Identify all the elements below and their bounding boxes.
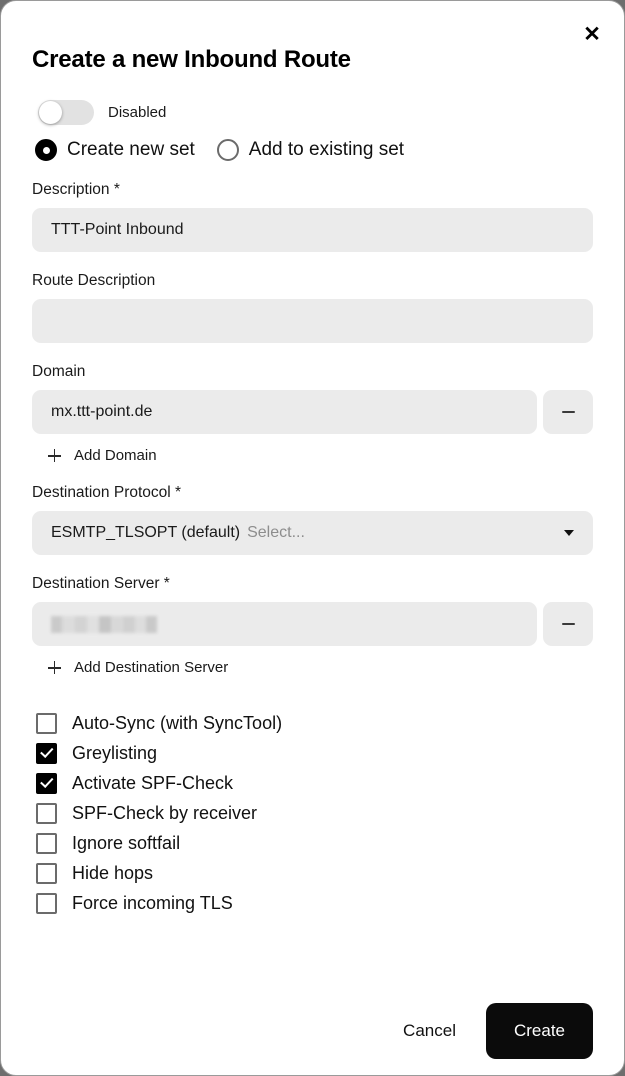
radio-add-to-existing-set[interactable]: Add to existing set	[216, 139, 405, 161]
enable-toggle-label: Disabled	[108, 104, 167, 121]
create-inbound-route-dialog: ✕ Create a new Inbound Route Disabled Cr…	[0, 0, 625, 1076]
enable-toggle-row: Disabled	[32, 100, 593, 125]
destination-server-field-group: Destination Server * Add Destination Ser…	[32, 575, 593, 676]
checkbox-ignore-softfail[interactable]: Ignore softfail	[36, 828, 593, 858]
enable-toggle[interactable]	[38, 100, 94, 125]
description-field-group: Description * TTT-Point Inbound	[32, 181, 593, 252]
destination-protocol-placeholder: Select...	[247, 524, 305, 541]
checkbox-label: Greylisting	[72, 742, 158, 763]
checkbox-activate-spf-check[interactable]: Activate SPF-Check	[36, 768, 593, 798]
remove-destination-server-button[interactable]	[543, 602, 593, 646]
checkbox-indicator	[36, 862, 57, 884]
route-description-input[interactable]	[32, 299, 593, 343]
checkbox-indicator	[36, 832, 57, 854]
add-domain-button[interactable]: Add Domain	[32, 447, 593, 464]
add-domain-label: Add Domain	[74, 447, 157, 464]
radio-label: Add to existing set	[248, 139, 405, 160]
route-description-field-group: Route Description	[32, 272, 593, 343]
checkbox-indicator	[36, 772, 57, 794]
set-mode-radio-group: Create new set Add to existing set	[32, 139, 593, 161]
checkbox-indicator	[36, 892, 57, 914]
description-label: Description *	[32, 181, 120, 198]
destination-server-row	[32, 602, 593, 646]
checkbox-indicator	[36, 712, 57, 734]
destination-protocol-label: Destination Protocol *	[32, 484, 182, 501]
plus-icon	[48, 661, 61, 674]
remove-domain-button[interactable]	[543, 390, 593, 434]
radio-create-new-set[interactable]: Create new set	[35, 139, 195, 161]
dialog-body: Create a new Inbound Route Disabled Crea…	[1, 1, 624, 918]
destination-server-input[interactable]	[32, 602, 537, 646]
checkbox-hide-hops[interactable]: Hide hops	[36, 858, 593, 888]
create-button[interactable]: Create	[485, 1003, 593, 1059]
close-icon[interactable]: ✕	[576, 18, 608, 50]
destination-protocol-field-group: Destination Protocol * ESMTP_TLSOPT (def…	[32, 484, 593, 555]
radio-indicator	[35, 139, 57, 161]
domain-label: Domain	[32, 363, 86, 380]
checkbox-force-incoming-tls[interactable]: Force incoming TLS	[36, 888, 593, 918]
chevron-down-icon	[564, 530, 574, 536]
options-checkbox-list: Auto-Sync (with SyncTool) Greylisting Ac…	[32, 708, 593, 918]
minus-icon	[561, 622, 575, 626]
domain-input[interactable]: mx.ttt-point.de	[32, 390, 537, 434]
plus-icon	[48, 449, 61, 462]
checkbox-label: Hide hops	[72, 862, 154, 883]
checkbox-label: Ignore softfail	[72, 832, 181, 853]
checkbox-label: Force incoming TLS	[72, 892, 233, 913]
checkbox-label: Activate SPF-Check	[72, 772, 234, 793]
cancel-button[interactable]: Cancel	[385, 1009, 474, 1053]
route-description-label: Route Description	[32, 272, 156, 289]
destination-server-label: Destination Server *	[32, 575, 170, 592]
domain-field-group: Domain mx.ttt-point.de Add Domain	[32, 363, 593, 464]
add-destination-server-button[interactable]: Add Destination Server	[32, 659, 593, 676]
checkbox-auto-sync[interactable]: Auto-Sync (with SyncTool)	[36, 708, 593, 738]
toggle-knob	[39, 101, 62, 124]
checkbox-indicator	[36, 742, 57, 764]
checkbox-label: Auto-Sync (with SyncTool)	[72, 712, 283, 733]
redacted-value	[51, 615, 157, 633]
destination-protocol-select[interactable]: ESMTP_TLSOPT (default) Select...	[32, 511, 593, 555]
checkbox-label: SPF-Check by receiver	[72, 802, 258, 823]
checkbox-indicator	[36, 802, 57, 824]
radio-label: Create new set	[67, 139, 195, 160]
checkbox-greylisting[interactable]: Greylisting	[36, 738, 593, 768]
minus-icon	[561, 410, 575, 414]
description-input[interactable]: TTT-Point Inbound	[32, 208, 593, 252]
add-destination-server-label: Add Destination Server	[74, 659, 229, 676]
destination-protocol-value: ESMTP_TLSOPT (default)	[51, 524, 241, 541]
domain-row: mx.ttt-point.de	[32, 390, 593, 434]
checkbox-spf-check-by-receiver[interactable]: SPF-Check by receiver	[36, 798, 593, 828]
dialog-footer: Cancel Create	[385, 1003, 593, 1059]
radio-indicator	[216, 139, 239, 161]
page-title: Create a new Inbound Route	[32, 46, 351, 73]
